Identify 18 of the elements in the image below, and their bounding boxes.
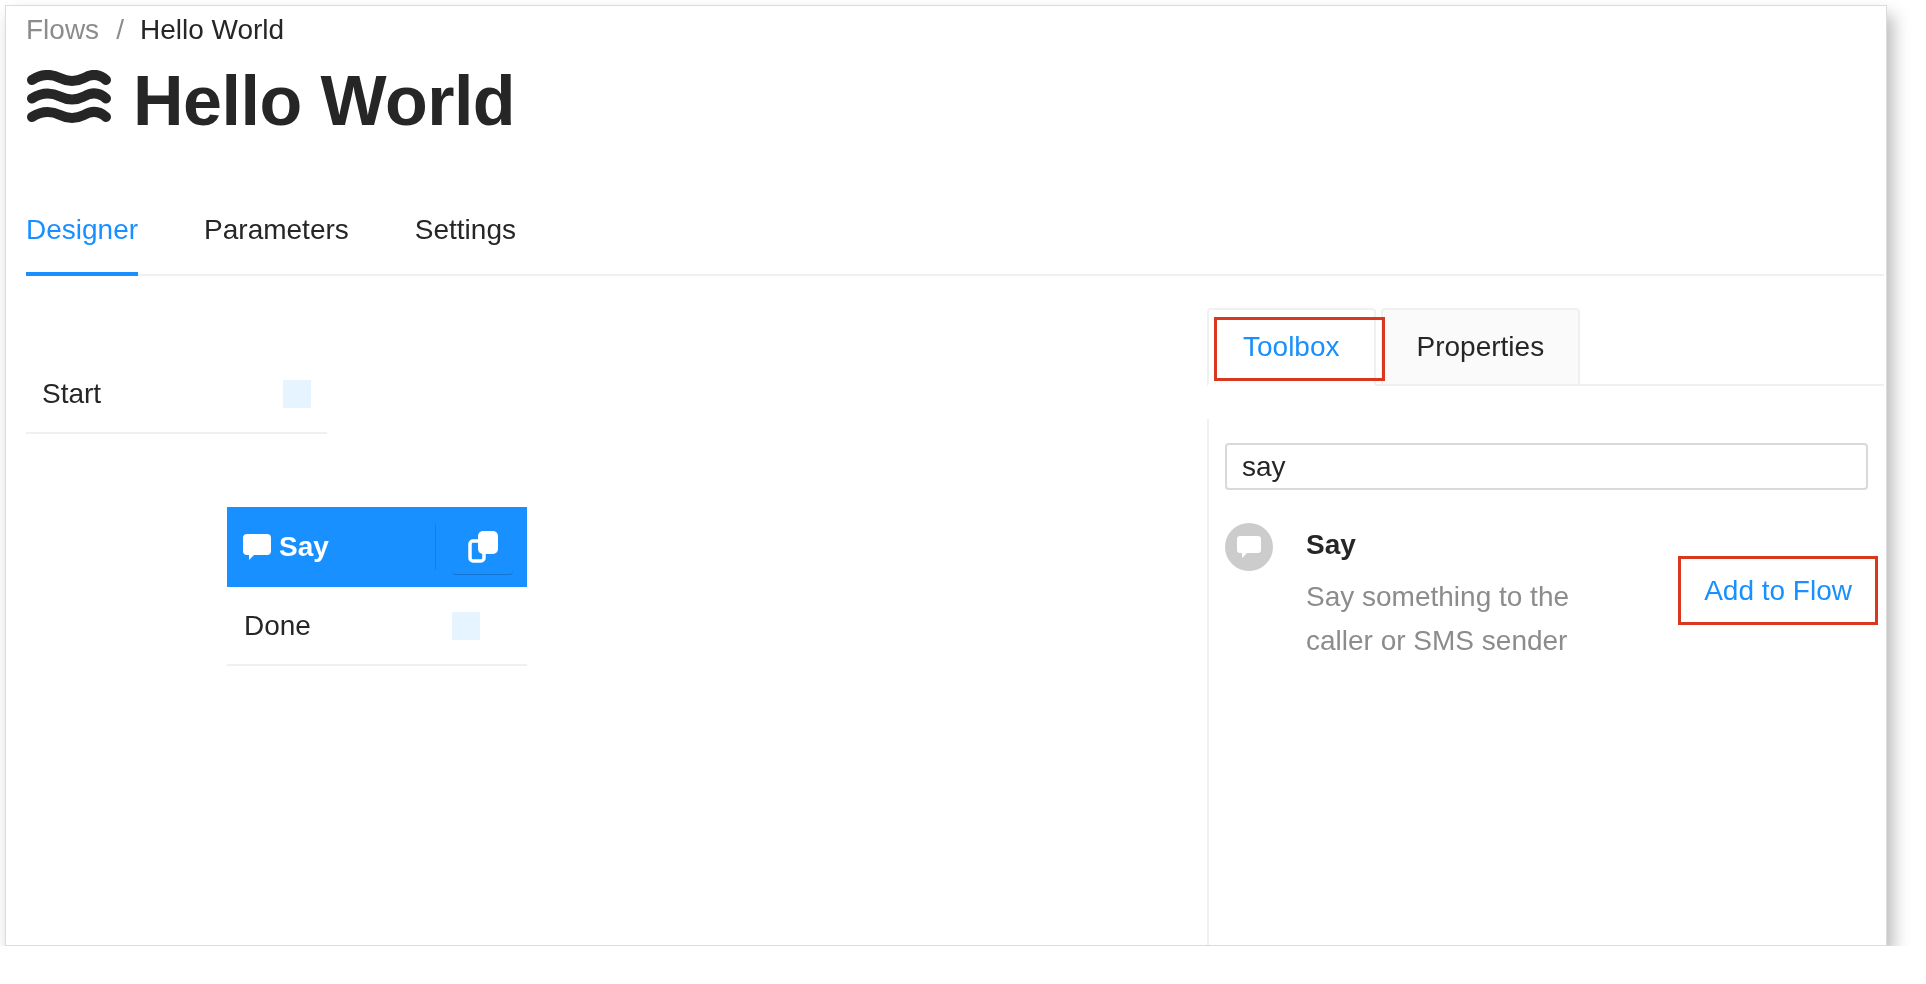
chat-bubble-icon (243, 534, 271, 560)
connection-port[interactable] (452, 611, 480, 640)
search-field[interactable]: say (1225, 443, 1868, 490)
tool-description: Say something to the caller or SMS sender (1306, 580, 1571, 658)
tool-title: Say (1306, 528, 1356, 562)
breadcrumb-current-page: Hello World (139, 13, 285, 47)
copy-icon (467, 530, 498, 563)
connection-port[interactable] (283, 380, 311, 408)
tab[interactable]: Parameters (204, 186, 349, 276)
node-label: Start (42, 377, 102, 411)
node-title: Say (279, 530, 329, 564)
tab[interactable]: Settings (414, 186, 516, 276)
chat-bubble-icon (1225, 523, 1273, 571)
outcome-label: Done (244, 608, 311, 643)
page-title: Hello World (133, 64, 516, 139)
breadcrumb-separator: / (116, 13, 124, 47)
panel-tab[interactable]: Properties (1380, 308, 1581, 386)
start-node[interactable]: Start (26, 356, 327, 434)
